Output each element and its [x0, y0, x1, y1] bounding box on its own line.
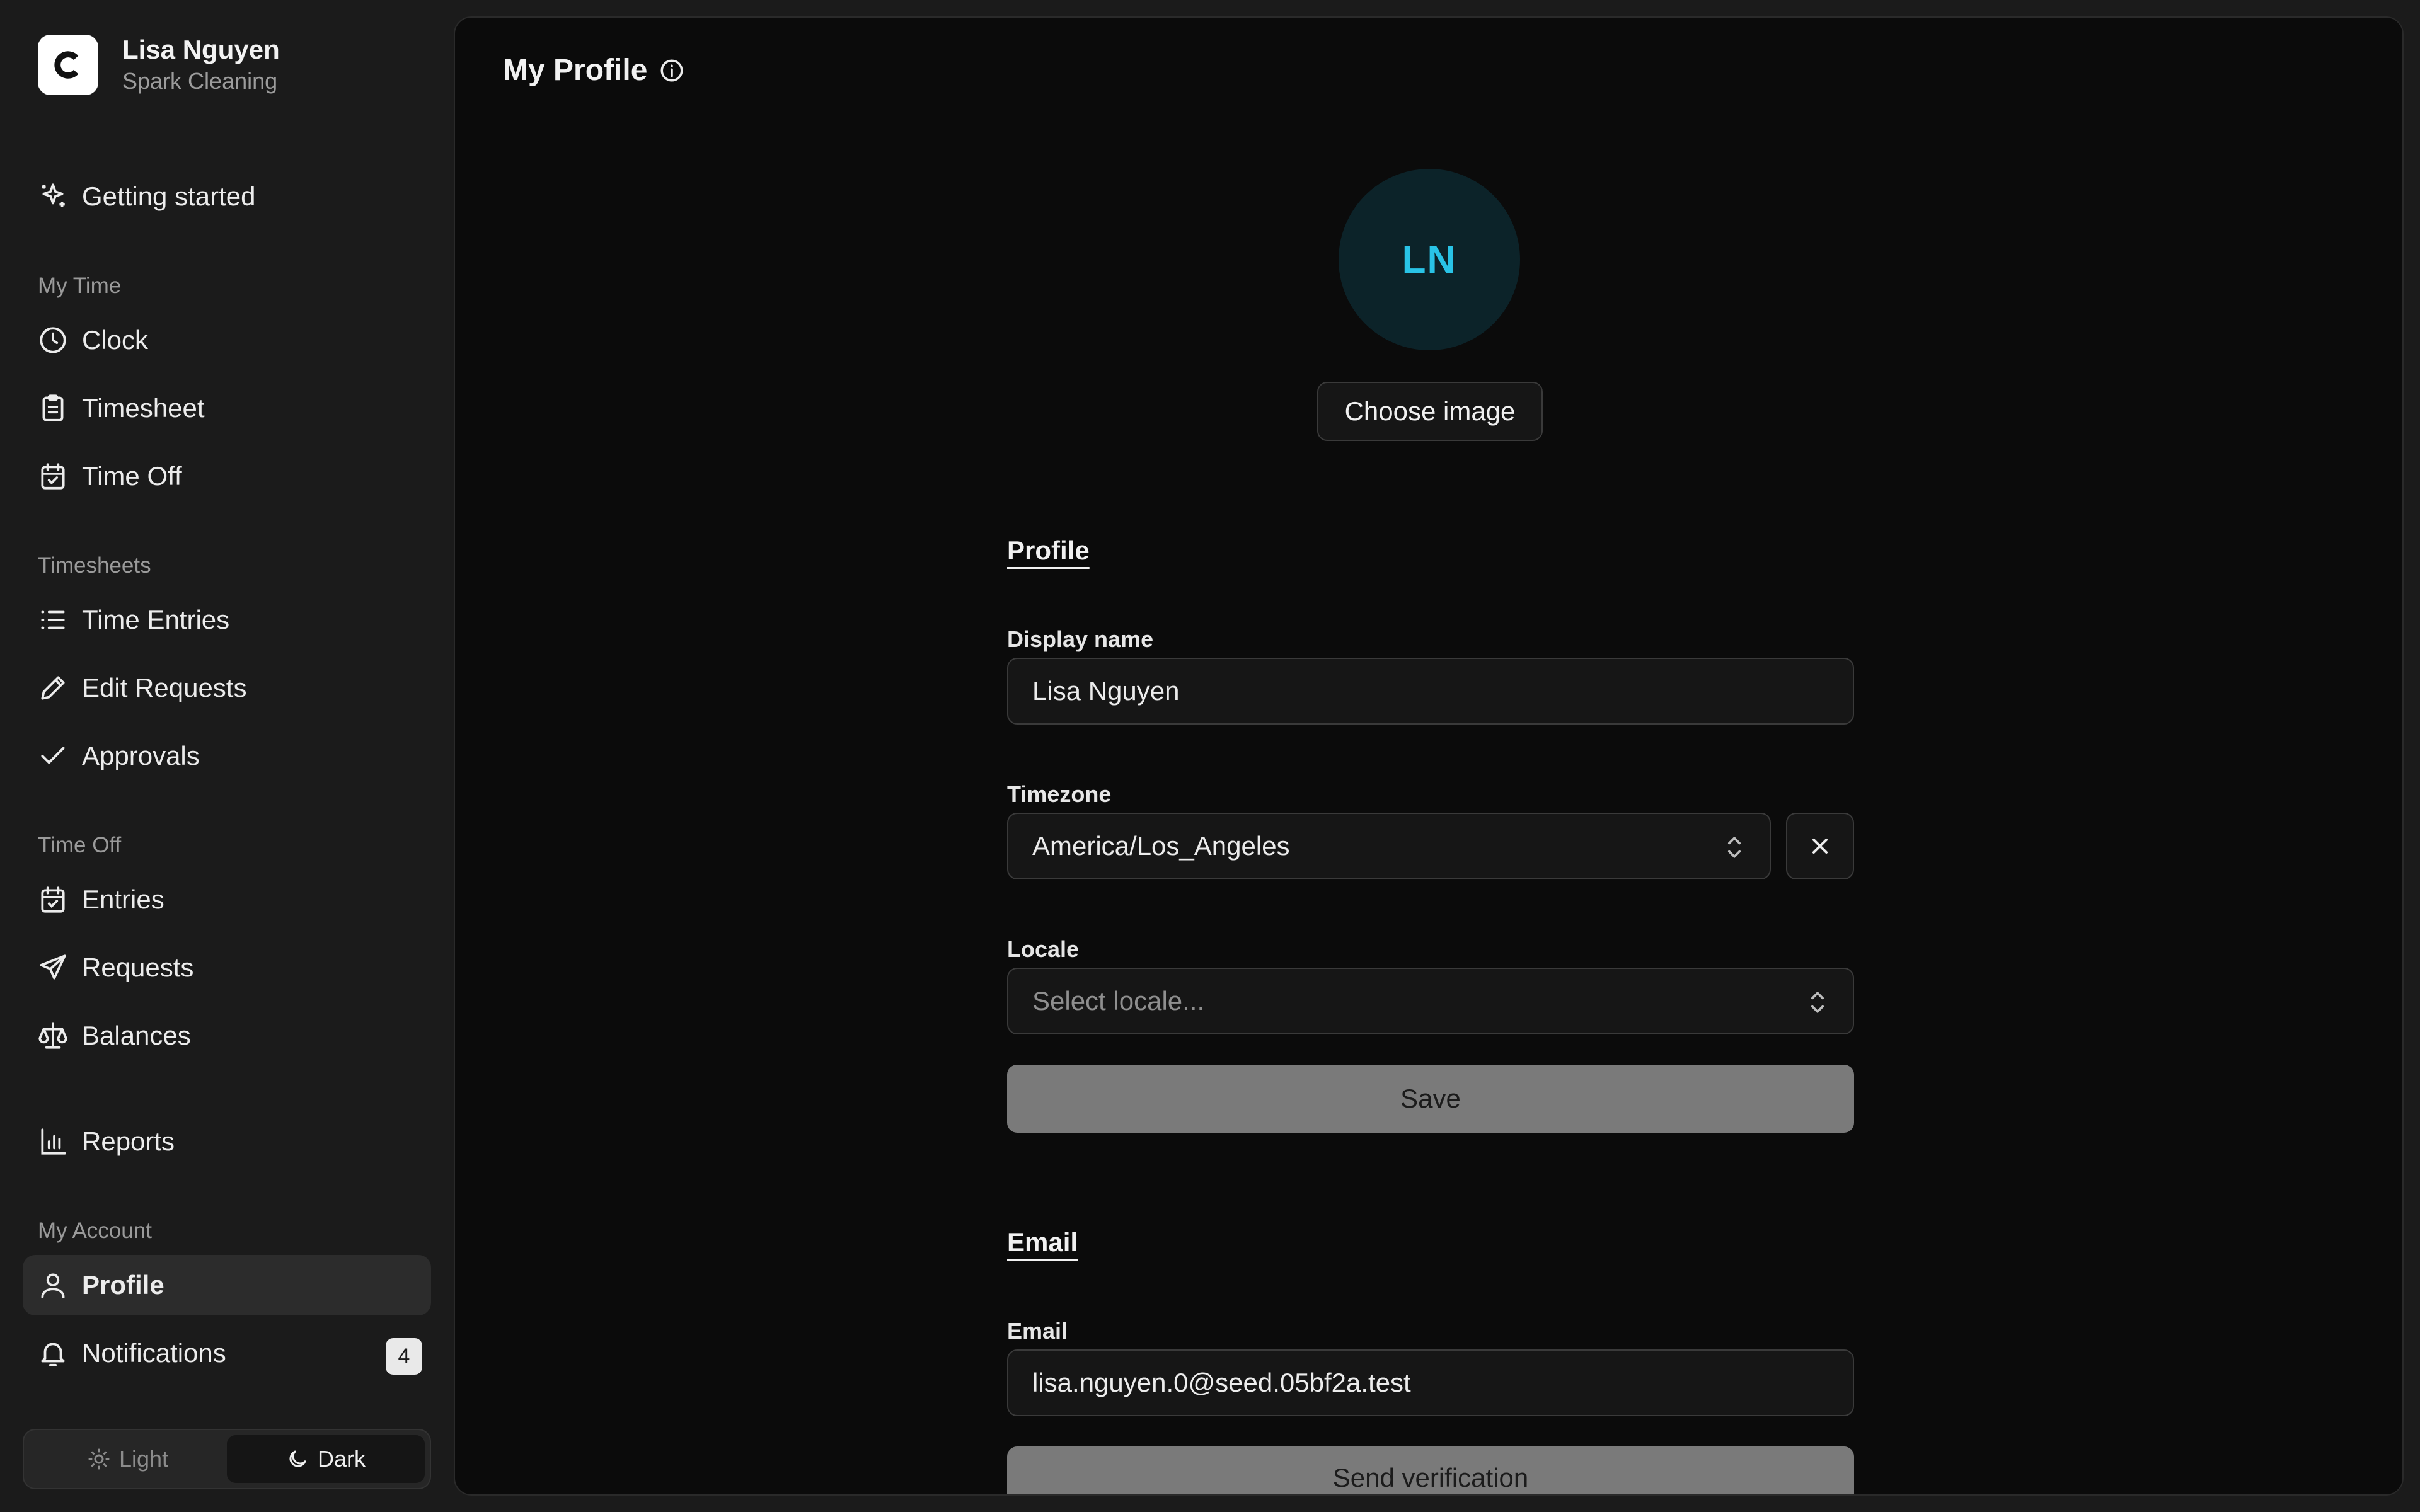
- nav-notifications[interactable]: Notifications 4: [23, 1323, 431, 1383]
- display-name-value: Lisa Nguyen: [1032, 676, 1180, 706]
- nav-label: Requests: [82, 953, 194, 982]
- nav-balances[interactable]: Balances: [23, 1005, 431, 1066]
- nav-label: Time Entries: [82, 605, 230, 634]
- theme-toggle: Light Dark: [23, 1429, 431, 1489]
- nav-requests[interactable]: Requests: [23, 937, 431, 998]
- nav-entries[interactable]: Entries: [23, 869, 431, 930]
- list-icon: [37, 604, 69, 636]
- nav-label: Notifications: [82, 1338, 226, 1368]
- sidebar: Lisa Nguyen Spark Cleaning Getting start…: [0, 0, 454, 1512]
- info-icon[interactable]: [659, 57, 685, 84]
- section-label-my-time: My Time: [38, 273, 122, 298]
- nav-label: Approvals: [82, 741, 200, 770]
- theme-light-button[interactable]: Light: [29, 1435, 227, 1483]
- moon-icon: [289, 1450, 306, 1467]
- check-icon: [37, 740, 69, 772]
- email-label: Email: [1007, 1318, 1068, 1344]
- nav-label: Reports: [82, 1126, 175, 1156]
- nav-clock[interactable]: Clock: [23, 310, 431, 370]
- avatar: LN: [1339, 169, 1520, 350]
- locale-label: Locale: [1007, 936, 1080, 962]
- page-title-text: My Profile: [503, 54, 648, 87]
- bell-icon: [37, 1337, 69, 1370]
- user-name: Lisa Nguyen: [122, 35, 280, 64]
- send-verification-button[interactable]: Send verification: [1007, 1446, 1854, 1494]
- nav-profile[interactable]: Profile: [23, 1255, 431, 1315]
- profile-section-heading: Profile: [1007, 536, 1090, 565]
- display-name-label: Display name: [1007, 626, 1154, 652]
- nav-label: Time Off: [82, 461, 182, 491]
- email-input[interactable]: lisa.nguyen.0@seed.05bf2a.test: [1007, 1349, 1854, 1416]
- timezone-label: Timezone: [1007, 781, 1112, 807]
- nav-time-entries[interactable]: Time Entries: [23, 590, 431, 650]
- nav-label: Getting started: [82, 181, 256, 211]
- theme-dark-button[interactable]: Dark: [227, 1435, 425, 1483]
- sun-icon: [88, 1448, 110, 1470]
- notifications-count-badge: 4: [386, 1338, 422, 1375]
- timezone-value: America/Los_Angeles: [1032, 831, 1290, 861]
- nav-timesheet[interactable]: Timesheet: [23, 378, 431, 438]
- nav-approvals[interactable]: Approvals: [23, 726, 431, 786]
- locale-placeholder: Select locale...: [1032, 986, 1205, 1016]
- nav-label: Timesheet: [82, 393, 205, 423]
- nav-edit-requests[interactable]: Edit Requests: [23, 658, 431, 718]
- nav-getting-started[interactable]: Getting started: [23, 166, 431, 227]
- pencil-icon: [37, 672, 69, 704]
- section-label-timesheets: Timesheets: [38, 553, 151, 578]
- timezone-select[interactable]: America/Los_Angeles: [1007, 813, 1771, 879]
- email-value: lisa.nguyen.0@seed.05bf2a.test: [1032, 1368, 1411, 1397]
- chevrons-up-down-icon: [1811, 992, 1824, 1013]
- theme-light-label: Light: [118, 1446, 169, 1472]
- locale-select[interactable]: Select locale...: [1007, 968, 1854, 1034]
- calendar-check-icon: [37, 883, 69, 916]
- nav-label: Clock: [82, 325, 149, 355]
- logo-c-icon: [54, 51, 79, 79]
- close-icon: [1812, 839, 1828, 854]
- section-label-my-account: My Account: [38, 1218, 152, 1243]
- app-logo: [38, 35, 98, 95]
- email-section-heading: Email: [1007, 1227, 1078, 1257]
- org-switcher[interactable]: Lisa Nguyen Spark Cleaning: [38, 34, 280, 96]
- display-name-input[interactable]: Lisa Nguyen: [1007, 658, 1854, 724]
- nav-label: Profile: [82, 1270, 164, 1300]
- main-panel: My Profile LN Choose image Profile Displ…: [454, 16, 2404, 1496]
- choose-image-button[interactable]: Choose image: [1317, 382, 1543, 441]
- organization-name: Spark Cleaning: [122, 68, 278, 94]
- nav-label: Edit Requests: [82, 673, 247, 702]
- clock-icon: [37, 324, 69, 357]
- calendar-check-icon: [37, 460, 69, 493]
- timezone-clear-button[interactable]: [1786, 813, 1854, 879]
- clipboard-icon: [37, 392, 69, 425]
- sparkles-icon: [37, 180, 69, 213]
- nav-reports[interactable]: Reports: [23, 1111, 431, 1172]
- send-icon: [37, 951, 69, 984]
- nav-label: Entries: [82, 885, 164, 914]
- chevrons-up-down-icon: [1727, 837, 1741, 858]
- scale-icon: [37, 1019, 69, 1052]
- theme-dark-label: Dark: [317, 1446, 366, 1472]
- save-button[interactable]: Save: [1007, 1065, 1854, 1133]
- nav-label: Balances: [82, 1021, 191, 1050]
- nav-time-off[interactable]: Time Off: [23, 446, 431, 507]
- user-icon: [37, 1269, 69, 1302]
- page-title: My Profile: [503, 53, 685, 88]
- section-label-time-off: Time Off: [38, 833, 122, 857]
- bar-chart-icon: [37, 1125, 69, 1158]
